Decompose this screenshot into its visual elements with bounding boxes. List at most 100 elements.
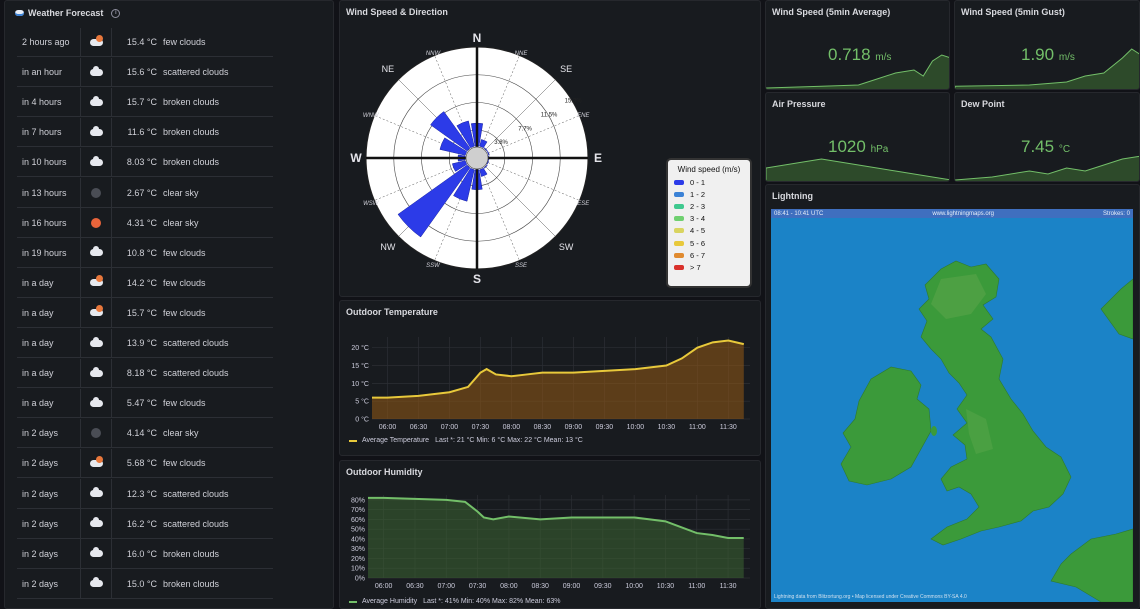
forecast-row: in 2 days 16.2 °C scattered clouds — [17, 509, 273, 539]
minor-direction-label: NNW — [426, 51, 442, 57]
legend-swatch — [674, 191, 684, 197]
panel-title: Dew Point — [961, 99, 1005, 109]
y-tick-label: 20% — [351, 556, 365, 563]
legend-title: Wind speed (m/s) — [677, 165, 741, 174]
cloud-icon — [80, 147, 112, 177]
cloud-icon — [80, 569, 112, 599]
legend-swatch — [674, 179, 684, 185]
forecast-time: in 2 days — [22, 458, 59, 469]
legend-stats: Last *: 41% Min: 40% Max: 82% Mean: 63% — [423, 598, 561, 605]
forecast-desc: few clouds — [163, 277, 206, 288]
x-tick-label: 06:00 — [375, 583, 393, 590]
cardinal-label: W — [350, 151, 362, 165]
forecast-temp: 11.6 °C — [127, 127, 157, 138]
map-attribution: Lightning data from Blitzortung.org • Ma… — [774, 594, 967, 600]
y-tick-label: 60% — [351, 517, 365, 524]
temperature-legend: Average Temperature Last *: 21 °C Min: 6… — [349, 437, 583, 444]
x-tick-label: 11:00 — [688, 583, 705, 590]
forecast-time: in 4 hours — [22, 97, 62, 108]
forecast-time: in 13 hours — [22, 187, 67, 198]
cardinal-label: E — [594, 151, 602, 165]
forecast-row: in a day 8.18 °C scattered clouds — [17, 358, 273, 389]
forecast-desc: scattered clouds — [163, 338, 229, 348]
wind-gust-panel: Wind Speed (5min Gust) 1.90 m/s — [954, 0, 1140, 90]
legend-name: Average Humidity — [362, 598, 418, 605]
sparkline-area — [766, 158, 949, 181]
legend-swatch — [674, 264, 684, 270]
forecast-desc: scattered clouds — [163, 518, 229, 529]
forecast-row: in 4 hours 15.7 °C broken clouds — [17, 87, 273, 118]
forecast-temp: 5.47 °C — [126, 398, 157, 409]
forecast-time: 2 hours ago — [22, 37, 70, 47]
legend-stats: Last *: 21 °C Min: 6 °C Max: 22 °C Mean:… — [435, 437, 583, 444]
few-clouds-icon — [80, 298, 112, 328]
lightning-map[interactable]: 08:41 - 10:41 UTC www.lightningmaps.org … — [771, 209, 1133, 602]
forecast-temp: 16.0 °C — [126, 548, 157, 559]
ring-label: 7.7% — [518, 126, 532, 132]
legend-item: 4 - 5 — [668, 225, 750, 237]
forecast-temp: 8.18 °C — [126, 368, 157, 379]
forecast-temp: 8.03 °C — [126, 157, 157, 168]
rose-center — [465, 146, 489, 170]
forecast-temp: 16.2 °C — [126, 518, 157, 529]
forecast-temp: 15.7 °C — [126, 307, 157, 318]
x-tick-label: 06:30 — [410, 424, 428, 431]
cloud-icon — [80, 388, 112, 418]
legend-name: Average Temperature — [362, 437, 430, 444]
few-clouds-icon — [80, 27, 112, 57]
forecast-desc: broken clouds — [163, 157, 220, 168]
forecast-temp: 2.67 °C — [126, 187, 157, 198]
x-tick-label: 11:30 — [720, 424, 737, 431]
forecast-desc: few clouds — [163, 37, 206, 47]
minor-direction-label: NNE — [515, 51, 529, 57]
x-tick-label: 11:30 — [720, 583, 737, 590]
cloud-icon — [80, 87, 112, 117]
forecast-time: in a day — [22, 338, 54, 348]
y-tick-label: 10% — [351, 566, 365, 573]
forecast-time: in a day — [22, 368, 54, 379]
info-icon[interactable]: i — [111, 8, 121, 18]
forecast-row: in 2 days 15.0 °C broken clouds — [17, 569, 273, 599]
forecast-desc: broken clouds — [163, 548, 220, 559]
forecast-time: in 2 days — [22, 578, 59, 589]
temperature-panel: Outdoor Temperature 0 °C 5 °C 10 °C 15 °C 20… — [339, 300, 761, 456]
cloud-icon — [80, 328, 112, 358]
legend-item: 1 - 2 — [668, 188, 750, 200]
moon-icon — [80, 418, 112, 448]
panel-title: Lightning — [772, 191, 813, 201]
cloud-icon — [80, 238, 112, 268]
forecast-temp: 15.4 °C — [126, 37, 157, 47]
pressure-panel: Air Pressure 1020 hPa — [765, 92, 950, 182]
legend-swatch — [674, 203, 684, 209]
temperature-chart: 0 °C 5 °C 10 °C 15 °C 20 °C 06:00 06:30 07:00 07… — [351, 337, 750, 431]
ring-label: 15.3% — [565, 99, 583, 105]
sparkline-area — [955, 155, 1139, 181]
forecast-desc: broken clouds — [163, 127, 220, 138]
cloud-icon — [80, 117, 112, 147]
ring-label: 3.8% — [494, 140, 508, 146]
legend-swatch — [674, 228, 684, 234]
x-tick-label: 07:30 — [469, 583, 487, 590]
forecast-desc: scattered clouds — [163, 67, 229, 78]
forecast-temp: 12.3 °C — [126, 488, 157, 499]
legend-swatch — [674, 252, 684, 258]
x-tick-label: 09:30 — [596, 424, 614, 431]
forecast-row: in a day 13.9 °C scattered clouds — [17, 328, 273, 358]
forecast-row: in 19 hours 10.8 °C few clouds — [17, 238, 273, 268]
forecast-desc: clear sky — [163, 428, 199, 439]
series-area — [372, 340, 744, 419]
y-tick-label: 10 °C — [351, 380, 369, 388]
x-tick-label: 10:00 — [627, 424, 645, 431]
x-tick-label: 09:30 — [594, 583, 612, 590]
y-tick-label: 70% — [351, 507, 365, 514]
pressure-value: 1020 hPa — [828, 137, 889, 156]
forecast-time: in 2 days — [22, 518, 59, 529]
x-tick-label: 08:30 — [534, 424, 552, 431]
few-clouds-icon — [80, 268, 112, 298]
legend-swatch — [674, 240, 684, 246]
minor-direction-label: WNW — [363, 113, 380, 119]
legend-label: 3 - 4 — [690, 214, 706, 224]
forecast-time: in 10 hours — [22, 157, 67, 168]
wind-avg-panel: Wind Speed (5min Average) 0.718 m/s — [765, 0, 950, 90]
weather-icon — [15, 10, 24, 16]
